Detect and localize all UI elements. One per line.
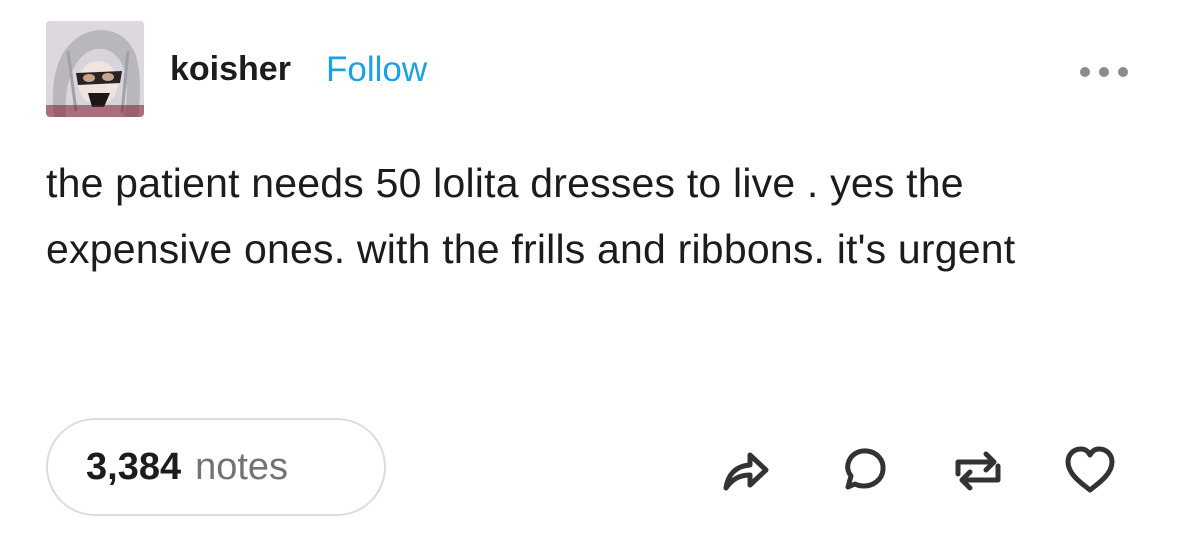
reblog-icon[interactable] <box>948 440 1008 500</box>
more-options-icon[interactable] <box>1080 62 1140 82</box>
username[interactable]: koisher <box>170 50 291 89</box>
notes-label: notes <box>195 445 289 488</box>
notes-count: 3,384 <box>86 445 182 488</box>
avatar[interactable] <box>46 21 144 117</box>
heart-icon[interactable] <box>1060 440 1120 500</box>
dot <box>1080 67 1090 77</box>
share-icon[interactable] <box>714 440 774 500</box>
post-text: the patient needs 50 lolita dresses to l… <box>46 160 1016 272</box>
dot <box>1118 67 1128 77</box>
dot <box>1099 67 1109 77</box>
reply-icon[interactable] <box>834 440 894 500</box>
avatar-image <box>46 21 144 117</box>
notes-button[interactable]: 3,384 notes <box>46 418 386 516</box>
follow-button[interactable]: Follow <box>326 50 427 90</box>
tumblr-post: koisher Follow the patient needs 50 loli… <box>0 0 1179 551</box>
